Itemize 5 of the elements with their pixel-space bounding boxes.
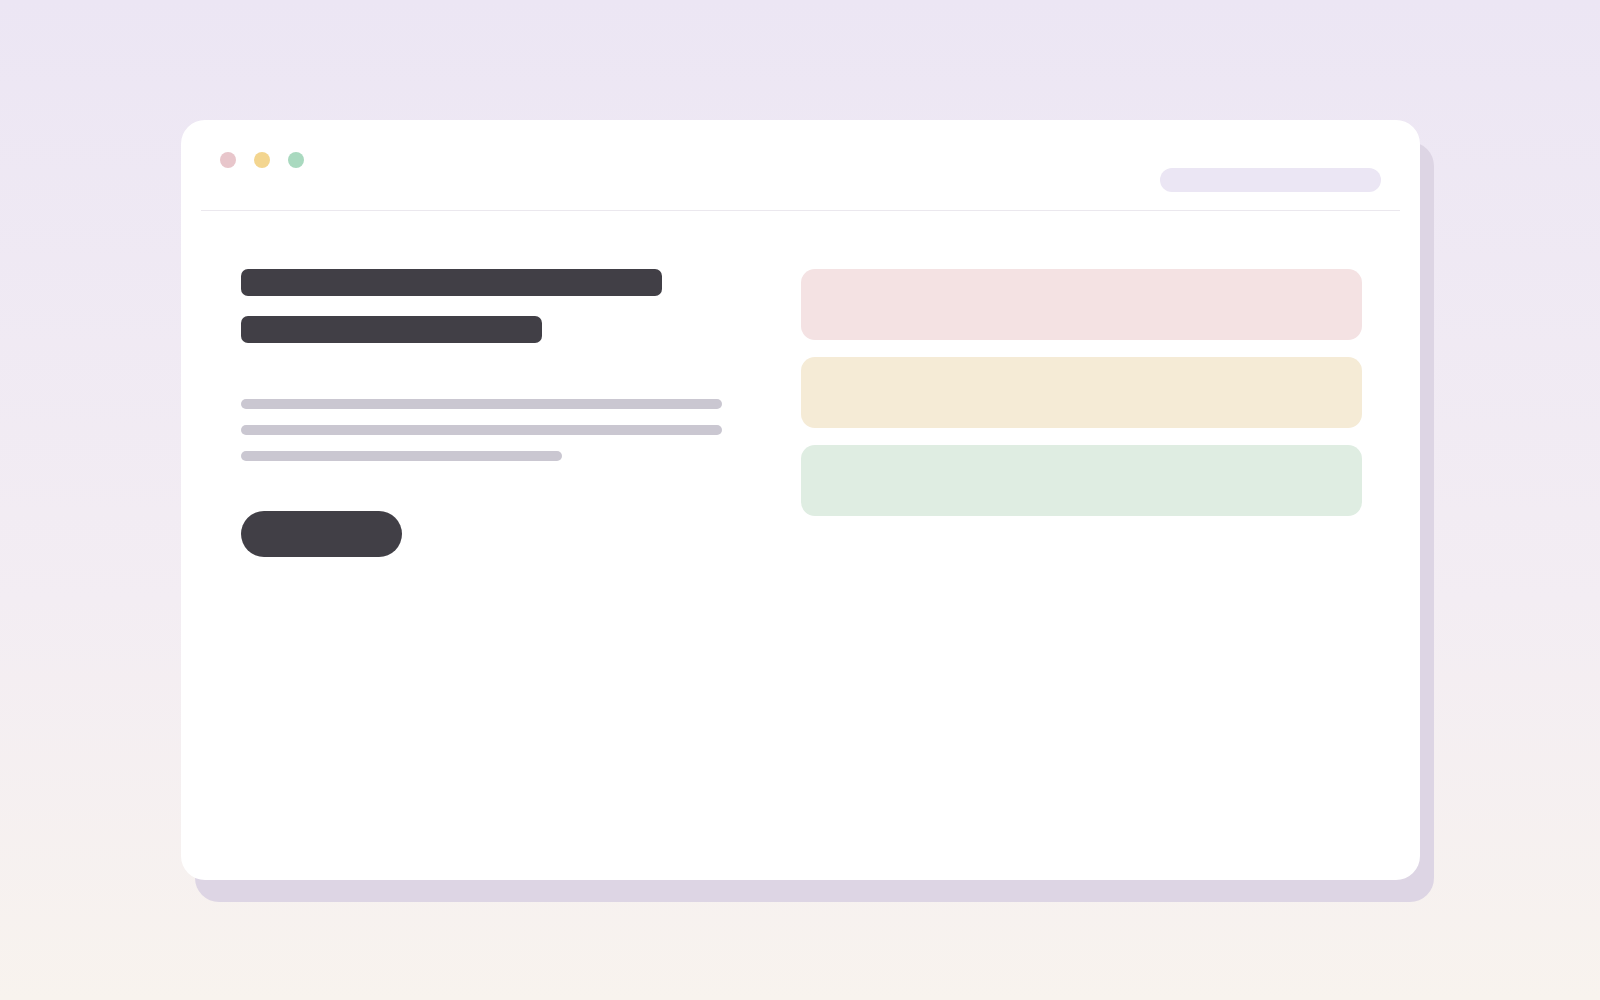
address-bar[interactable] <box>1160 168 1381 192</box>
window-control-dot[interactable] <box>254 152 270 168</box>
window-control-dot[interactable] <box>220 152 236 168</box>
button[interactable] <box>241 511 402 557</box>
window-control-dot[interactable] <box>288 152 304 168</box>
